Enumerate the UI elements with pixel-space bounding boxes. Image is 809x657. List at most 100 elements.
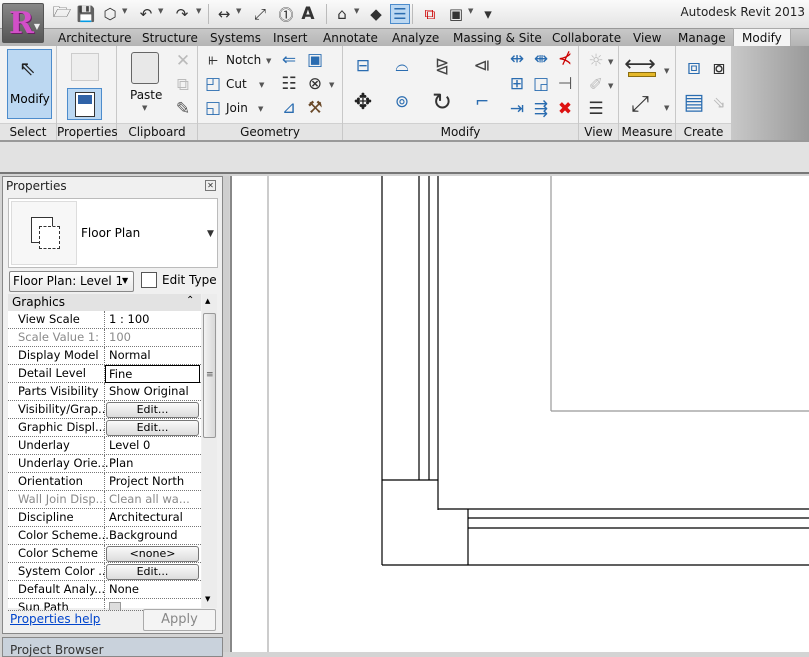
collapse-group-icon[interactable]: ⌃ bbox=[186, 295, 194, 306]
properties-toggle-button[interactable] bbox=[67, 88, 102, 120]
tag-icon[interactable]: ⓵ bbox=[276, 4, 296, 24]
paste-icon[interactable] bbox=[131, 52, 159, 84]
notch-button[interactable]: Notch bbox=[226, 53, 261, 67]
create-parts-icon[interactable]: ⧇ bbox=[706, 52, 732, 82]
property-row[interactable]: Graphic Displ... Edit... bbox=[8, 419, 201, 437]
join-dropdown-icon[interactable]: ▼ bbox=[258, 105, 263, 113]
tab-insert[interactable]: Insert bbox=[273, 30, 307, 46]
cut-dropdown-icon[interactable]: ▼ bbox=[259, 81, 264, 89]
trim-extend-multiple-icon[interactable]: ⇶ bbox=[532, 99, 550, 119]
tab-modify[interactable]: Modify bbox=[733, 28, 791, 46]
match-type-icon[interactable]: ✎ bbox=[174, 99, 192, 119]
property-row[interactable]: Parts Visibility Show Original bbox=[8, 383, 201, 401]
property-row[interactable]: Detail Level Fine bbox=[8, 365, 201, 383]
undo-icon[interactable]: ↶ bbox=[136, 4, 156, 24]
property-edit-button[interactable]: Edit... bbox=[106, 402, 199, 418]
tab-view[interactable]: View bbox=[633, 30, 661, 46]
3d-view-icon[interactable]: ⌂ bbox=[332, 4, 352, 24]
tab-manage[interactable]: Manage bbox=[678, 30, 726, 46]
scrollbar-thumb[interactable]: ≡ bbox=[203, 313, 216, 438]
property-value[interactable]: None bbox=[109, 582, 139, 596]
property-value[interactable]: Normal bbox=[109, 348, 151, 362]
paste-button[interactable]: Paste bbox=[130, 88, 162, 102]
measure-dropdown-icon[interactable]: ▼ bbox=[664, 67, 669, 75]
override-dropdown-icon[interactable]: ▼ bbox=[608, 82, 613, 90]
property-row[interactable]: Display Model Normal bbox=[8, 347, 201, 365]
edit-type-icon[interactable] bbox=[141, 272, 157, 288]
save-icon[interactable]: 💾 bbox=[76, 4, 96, 24]
split-element-icon[interactable]: ⇹ bbox=[508, 49, 526, 69]
thin-lines-icon[interactable]: ☰ bbox=[390, 4, 410, 24]
create-similar-icon[interactable]: ⇘ bbox=[706, 88, 732, 116]
tab-analyze[interactable]: Analyze bbox=[392, 30, 439, 46]
property-row[interactable]: Discipline Architectural bbox=[8, 509, 201, 527]
array-icon[interactable]: ⊞ bbox=[508, 74, 526, 94]
copy-icon[interactable]: ⧉ bbox=[174, 75, 192, 95]
property-value-field[interactable]: Fine bbox=[105, 365, 200, 383]
property-value[interactable]: Plan bbox=[109, 456, 133, 470]
palette-splitter[interactable] bbox=[223, 176, 229, 652]
property-row[interactable]: Color Scheme <none> bbox=[8, 545, 201, 563]
property-edit-button[interactable]: <none> bbox=[106, 546, 199, 562]
redo-icon[interactable]: ↷ bbox=[172, 4, 192, 24]
align-icon[interactable]: ⊟ bbox=[349, 52, 377, 80]
property-value[interactable]: Level 0 bbox=[109, 438, 150, 452]
property-row[interactable]: View Scale 1 : 100 bbox=[8, 311, 201, 329]
create-group-icon[interactable]: ▤ bbox=[681, 88, 707, 116]
scale-icon[interactable]: ◲ bbox=[532, 74, 550, 94]
property-row[interactable]: Color Scheme... Background bbox=[8, 527, 201, 545]
property-row[interactable]: Scale Value 1: 100 bbox=[8, 329, 201, 347]
paint-icon[interactable]: ▣ bbox=[306, 50, 324, 70]
measure-between-icon[interactable]: ⟷ bbox=[624, 52, 656, 77]
qat-dropdown-icon[interactable]: ▼ bbox=[196, 7, 201, 15]
property-row[interactable]: Underlay Orie... Plan bbox=[8, 455, 201, 473]
text-icon[interactable]: A bbox=[298, 4, 318, 24]
close-hidden-windows-icon[interactable]: ⧉ bbox=[420, 4, 440, 24]
dimension-icon[interactable]: ⤢ bbox=[625, 90, 655, 118]
measure-icon[interactable]: ↔ bbox=[214, 4, 234, 24]
demolish-dropdown-icon[interactable]: ▼ bbox=[329, 81, 334, 89]
offset-icon[interactable]: ⌓ bbox=[387, 52, 417, 80]
scroll-up-icon[interactable]: ▲ bbox=[205, 297, 210, 305]
cut-button[interactable]: Cut bbox=[226, 77, 247, 91]
open-icon[interactable]: 🗁 bbox=[52, 3, 72, 24]
qat-dropdown-icon[interactable]: ▼ bbox=[354, 7, 359, 15]
tab-annotate[interactable]: Annotate bbox=[323, 30, 378, 46]
property-edit-button[interactable]: Edit... bbox=[106, 420, 199, 436]
aligned-dimension-icon[interactable]: ⤢ bbox=[250, 4, 270, 24]
property-edit-button[interactable]: Edit... bbox=[106, 564, 199, 580]
close-icon[interactable]: ✕ bbox=[205, 180, 216, 191]
apply-button[interactable]: Apply bbox=[143, 609, 216, 631]
trim-extend-corner-icon[interactable]: ⌐ bbox=[467, 88, 497, 116]
qat-dropdown-icon[interactable]: ▼ bbox=[236, 7, 241, 15]
qat-dropdown-icon[interactable]: ▼ bbox=[158, 7, 163, 15]
lightbulb-icon[interactable]: ☼ bbox=[587, 51, 605, 71]
wall-profile-icon[interactable]: ⊿ bbox=[280, 98, 298, 118]
pin-icon[interactable]: ⊣ bbox=[556, 74, 574, 94]
chevron-down-icon[interactable]: ▼ bbox=[122, 276, 128, 285]
modify-button[interactable]: ⇖ Modify bbox=[7, 49, 52, 119]
property-value[interactable]: Project North bbox=[109, 474, 184, 488]
property-checkbox[interactable] bbox=[109, 602, 121, 610]
notch-dropdown-icon[interactable]: ▼ bbox=[266, 57, 271, 65]
type-properties-icon[interactable] bbox=[71, 53, 99, 81]
scroll-down-icon[interactable]: ▼ bbox=[205, 595, 210, 603]
paste-dropdown-icon[interactable]: ▼ bbox=[142, 104, 147, 112]
switch-windows-icon[interactable]: ▣ bbox=[446, 4, 466, 24]
override-graphics-icon[interactable]: ✐ bbox=[587, 75, 605, 95]
mirror-draw-axis-icon[interactable]: ⧏ bbox=[467, 52, 497, 80]
qat-dropdown-icon[interactable]: ▼ bbox=[122, 7, 127, 15]
split-with-gap-icon[interactable]: ⇼ bbox=[532, 49, 550, 69]
property-row[interactable]: Visibility/Grap... Edit... bbox=[8, 401, 201, 419]
unpin-icon[interactable]: ⊀ bbox=[556, 49, 574, 69]
mirror-pick-axis-icon[interactable]: ⧎ bbox=[427, 52, 457, 80]
property-value[interactable]: 1 : 100 bbox=[109, 312, 149, 326]
tab-architecture[interactable]: Architecture bbox=[58, 30, 131, 46]
tab-systems[interactable]: Systems bbox=[210, 30, 261, 46]
property-row[interactable]: Wall Join Disp... Clean all wa... bbox=[8, 491, 201, 509]
property-value[interactable]: Background bbox=[109, 528, 178, 542]
drawing-canvas[interactable] bbox=[230, 176, 809, 652]
linework-icon[interactable]: ☰ bbox=[587, 99, 605, 119]
hammer-icon[interactable]: ⚒ bbox=[306, 98, 324, 118]
join-button[interactable]: Join bbox=[226, 101, 248, 115]
